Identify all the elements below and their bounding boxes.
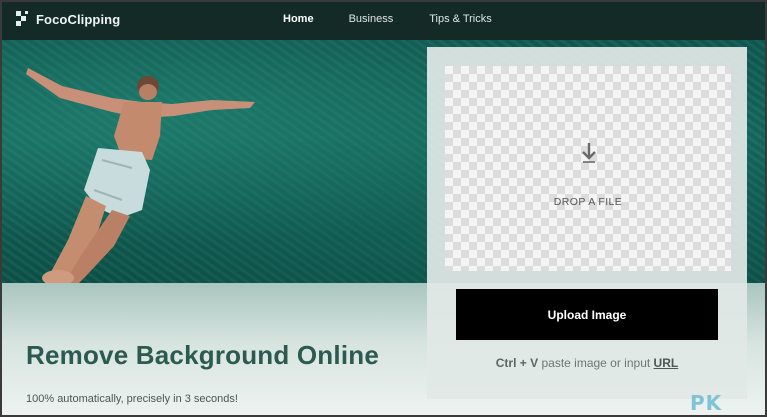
nav-link-tips[interactable]: Tips & Tricks [429,13,492,25]
drop-file-label: DROP A FILE [553,196,623,208]
watermark-logo: PK [690,391,723,415]
paste-hint-text: paste image or input [541,356,651,370]
paste-hint: Ctrl + V paste image or input URL [427,356,747,370]
top-nav: FocoClipping Home Business Tips & Tricks [2,2,765,40]
brand[interactable]: FocoClipping [16,11,120,27]
app-window: FocoClipping Home Business Tips & Tricks… [0,0,767,417]
upload-panel: DROP A FILE Upload Image Ctrl + V paste … [427,47,747,399]
url-link[interactable]: URL [654,356,679,370]
paste-shortcut: Ctrl + V [495,356,539,370]
download-arrow-icon [582,143,596,163]
logo-icon [16,11,30,27]
nav-link-business[interactable]: Business [349,13,394,25]
page-headline: Remove Background Online [26,340,379,370]
nav-links: Home Business Tips & Tricks [283,13,492,25]
upload-image-button[interactable]: Upload Image [456,289,718,340]
diver-figure [26,68,255,283]
drop-zone[interactable]: DROP A FILE [445,66,731,271]
nav-link-home[interactable]: Home [283,13,314,25]
brand-name: FocoClipping [36,11,121,27]
page-subheadline: 100% automatically, precisely in 3 secon… [26,393,238,405]
